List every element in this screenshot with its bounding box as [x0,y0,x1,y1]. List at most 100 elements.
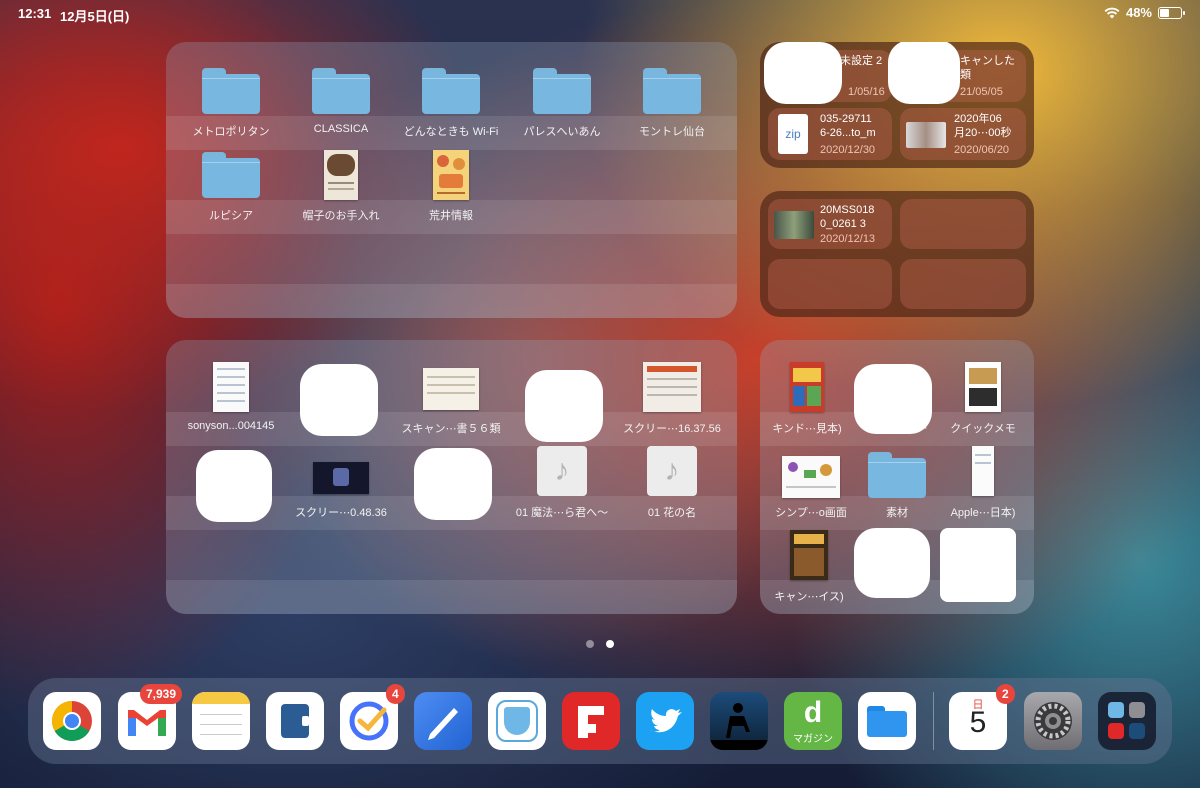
gmail-badge: 7,939 [140,684,183,704]
d-magazine-app-icon[interactable]: d マガジン [784,692,842,750]
folder-item[interactable]: ルピシア [176,152,286,222]
files-widget-top[interactable]: メトロポリタン CLASSICA どんなときも Wi-Fi パレスへいあん モン… [166,42,737,318]
pen-app-icon[interactable] [414,692,472,750]
file-item[interactable]: Apple⋯日本) [928,444,1034,520]
calendar-badge: 2 [996,684,1015,704]
chrome-app-icon[interactable] [43,692,101,750]
folder-icon [422,68,480,114]
document-item[interactable]: 荒井情報 [396,148,506,222]
folder-icon [533,68,591,114]
file-item[interactable]: クイックメモ [928,360,1034,436]
folder-item[interactable]: どんなときも Wi-Fi [396,68,506,138]
folder-item[interactable]: CLASSICA [286,68,396,138]
d-logo: d [803,696,823,729]
calendar-day: 5 [969,706,987,739]
recent-file-title: 035-29711 6-26...to_m [820,113,876,139]
gear-icon [1034,702,1072,740]
document-thumbnail [790,362,824,412]
document-item[interactable]: 帽子のお手入れ [286,148,396,222]
small-files-widget[interactable]: 20MSS018 0_0261 3 2020/12/13 [760,191,1034,317]
audio-item[interactable]: ♪ 01 魔法⋯ら君へ〜 [507,444,617,520]
item-label: スキャン⋯書５６類 [401,423,501,435]
app-library-icon[interactable] [1098,692,1156,750]
folder-icon [202,152,260,198]
kindle-app-icon[interactable] [710,692,768,750]
file-item[interactable]: キャン⋯イス) [760,528,864,604]
item-label: ルピシア [209,210,253,222]
recent-file-title: キャンした 類 [960,55,1015,81]
battery-percent: 48% [1125,5,1152,20]
file-item[interactable]: スクリー⋯16.37.56 [617,360,727,436]
twitter-app-icon[interactable] [636,692,694,750]
file-item[interactable]: スクリー⋯0.48.36 [286,444,396,520]
redaction-mark [764,42,842,104]
item-label: メトロポリタン [192,126,270,138]
recent-file-cell[interactable]: 20MSS018 0_0261 3 2020/12/13 [768,199,892,249]
recent-file-title: 20MSS018 0_0261 3 [820,204,875,230]
mini-app-icon [1129,723,1145,739]
photo-thumbnail [774,211,814,239]
redaction-mark [196,450,272,522]
widget-row-band [166,580,737,614]
item-label: 荒井情報 [429,210,473,222]
settings-app-icon[interactable] [1024,692,1082,750]
redaction-mark [888,42,960,104]
audio-item[interactable]: ♪ 01 花の名 [617,444,727,520]
zip-file-icon: zip [778,114,808,154]
recent-file-date: 2020/06/20 [954,144,1010,156]
wifi-icon [1104,7,1120,18]
page-dot-active[interactable] [606,640,614,648]
mini-app-icon [1108,702,1124,718]
recent-file-date: 1/05/16 [848,86,885,98]
empty-cell [900,199,1026,249]
notes-app-icon[interactable] [192,692,250,750]
folder-icon [643,68,701,114]
recent-file-date: 2020/12/13 [820,233,876,245]
flipboard-app-icon[interactable] [562,692,620,750]
recents-widget[interactable]: 未設定 2 1/05/16 キャンした 類 21/05/05 zip 035-2… [760,42,1034,168]
page-indicator[interactable] [586,640,614,648]
document-thumbnail [213,362,249,412]
document-thumbnail [965,362,1001,412]
item-label: キャン⋯イス) [774,591,844,603]
app-name: マガジン [793,734,833,745]
chrome-logo [52,701,92,741]
file-item[interactable]: ー [842,360,942,436]
redaction-mark [525,370,603,442]
files-widget-right[interactable]: キンド⋯見本) ー クイックメモ シンプ⋯o画面 素材 Apple⋯日本) [760,340,1034,614]
music-note-icon: ♪ [537,446,587,496]
file-item[interactable] [176,444,286,522]
page-dot[interactable] [586,640,594,648]
empty-cell [900,259,1026,309]
folder-item[interactable]: メトロポリタン [176,68,286,138]
document-thumbnail [790,530,828,580]
document-thumbnail [324,150,358,200]
music-note-icon: ♪ [647,446,697,496]
item-label: Apple⋯日本) [950,507,1016,519]
folder-item[interactable]: パレスへいあん [507,68,617,138]
file-item[interactable] [286,360,396,436]
folder-icon [202,68,260,114]
recent-file-cell[interactable]: 2020年06 月20⋯00秒 2020/06/20 [900,108,1026,160]
file-item[interactable]: ス 類 [507,360,617,442]
dock-divider [933,692,934,750]
folder-icon [312,68,370,114]
document-thumbnail [972,446,994,496]
files-app-icon[interactable] [858,692,916,750]
document-thumbnail [433,150,469,200]
screenshot-thumbnail [643,362,701,412]
shield-app-icon[interactable] [488,692,546,750]
recent-file-date: 2020/12/30 [820,144,876,156]
files-widget-bottom[interactable]: sonyson...004145 スキャン⋯書５６類 ス 類 スクリー⋯16.3… [166,340,737,614]
item-label: 01 花の名 [647,507,697,519]
folder-item[interactable]: モントレ仙台 [617,68,727,138]
file-item[interactable]: sonyson...004145 [176,360,286,436]
notebook-app-icon[interactable] [266,692,324,750]
redaction-mark [414,448,492,520]
recent-file-cell[interactable]: zip 035-29711 6-26...to_m 2020/12/30 [768,108,892,160]
file-item[interactable] [396,444,506,520]
status-date: 12月5日(日) [60,9,130,24]
mini-app-icon [1108,723,1124,739]
file-item[interactable]: スキャン⋯書５６類 [396,360,506,436]
item-label: スクリー⋯0.48.36 [295,507,387,519]
